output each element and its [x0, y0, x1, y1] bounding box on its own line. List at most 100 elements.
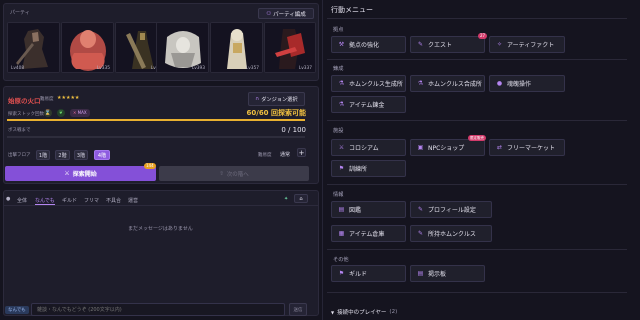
menu-item-label: アイテム倉庫: [349, 231, 385, 238]
menu-homunculus-create[interactable]: ⚗ ホムンクルス生成所: [331, 75, 406, 92]
portal-icon: ∩: [255, 96, 260, 102]
pen-icon: ✎: [417, 230, 424, 237]
difficulty-stars: ★★★★★: [57, 95, 80, 101]
menu-profile[interactable]: ✎ プロフィール設定: [410, 201, 492, 218]
party-member-1[interactable]: Lv408: [7, 22, 60, 73]
menu-item-storage[interactable]: ▦ アイテム倉庫: [331, 225, 406, 242]
dungeon-select-button[interactable]: ∩ ダンジョン選択: [248, 92, 305, 106]
floor-button-1[interactable]: 1階: [36, 150, 50, 160]
menu-soul-operation[interactable]: ● 魂魄操作: [489, 75, 565, 92]
limited-sale-badge: 限定販売: [468, 135, 486, 141]
menu-colosseum[interactable]: ⚔ コロシアム: [331, 139, 406, 156]
difficulty-label: 難易度: [40, 97, 54, 102]
chat-tab-flea[interactable]: フリマ: [84, 197, 99, 204]
flask-icon: ⚗: [338, 80, 345, 87]
party-edit-button[interactable]: ⚇ パーティ編成: [258, 8, 314, 19]
party-member-4[interactable]: Lv393: [156, 22, 209, 73]
stock-count: 60/60: [246, 109, 269, 117]
menu-item-label: 魂魄操作: [507, 81, 532, 88]
floor-button-4[interactable]: 4階: [94, 150, 110, 160]
section-title-info: 情報: [333, 192, 344, 198]
start-explore-button[interactable]: ⚔ 探索開始: [5, 166, 156, 181]
boss-value: 0 / 100: [281, 126, 306, 134]
party-title: パーティ: [10, 10, 30, 16]
chat-tab-bug[interactable]: 不具合: [106, 197, 121, 204]
stock-progress-fill: [7, 119, 305, 121]
menu-title-divider: [327, 18, 627, 19]
online-players-toggle[interactable]: ▼ 接続中のプレイヤー (2): [331, 308, 397, 316]
section-title-alchemy: 錬成: [333, 66, 344, 72]
column-divider: [322, 0, 323, 320]
chat-channel-tag[interactable]: なんでも: [5, 306, 29, 314]
menu-bulletin-board[interactable]: ▤ 掲示板: [410, 265, 485, 282]
menu-item-alchemy[interactable]: ⚗ アイテム錬金: [331, 96, 406, 113]
section-divider: [327, 249, 627, 250]
chat-tab-guild[interactable]: ギルド: [62, 197, 77, 204]
dungeon-name: 始原の火口: [8, 97, 41, 105]
next-floor-button[interactable]: ⇧ 次の階へ: [159, 166, 309, 181]
section-title-facility: 施設: [333, 128, 344, 134]
difficulty-mode-value[interactable]: 通常: [280, 151, 290, 158]
stock-note: 回探索可能: [271, 109, 306, 117]
alchemy-icon: ⚗: [338, 101, 345, 108]
menu-item-label: ホムンクルス合成所: [428, 81, 482, 88]
artifact-icon: ✧: [496, 41, 503, 48]
section-divider: [327, 184, 627, 185]
party-member-6[interactable]: Lv337: [264, 22, 316, 73]
menu-item-label: 所持ホムンクルス: [428, 231, 476, 238]
menu-item-label: アーティファクト: [507, 42, 555, 49]
floor-button-3[interactable]: 3階: [74, 150, 88, 160]
menu-encyclopedia[interactable]: ▤ 図鑑: [331, 201, 406, 218]
chat-panel: [3, 190, 319, 316]
chat-tab-anything[interactable]: なんでも: [35, 197, 55, 205]
chat-divider: [4, 205, 318, 206]
chat-send-button[interactable]: 送信: [289, 303, 307, 316]
menu-item-label: ホムンクルス生成所: [349, 81, 403, 88]
chat-settings-button[interactable]: ⌂: [294, 194, 308, 203]
menu-title: 行動メニュー: [331, 6, 373, 14]
menu-item-label: NPCショップ: [428, 145, 465, 152]
guild-icon: ⚑: [338, 270, 345, 277]
chevron-down-icon: ▼: [331, 309, 335, 315]
member-level: Lv408: [11, 66, 25, 71]
menu-training[interactable]: ⚑ 訓練所: [331, 160, 406, 177]
quest-count-badge: 27: [478, 33, 488, 39]
menu-npc-shop[interactable]: ▣ NPCショップ: [410, 139, 485, 156]
section-title-other: その他: [333, 257, 349, 263]
menu-quest[interactable]: ✎ クエスト: [410, 36, 485, 53]
party-member-5[interactable]: Lv357: [210, 22, 263, 73]
chat-add-icon[interactable]: ✦: [284, 196, 288, 202]
menu-homunculus-fuse[interactable]: ⚗ ホムンクルス合成所: [410, 75, 485, 92]
menu-free-market[interactable]: ⇄ フリーマーケット: [489, 139, 565, 156]
party-edit-label: パーティ編成: [273, 11, 306, 18]
users-icon: ⚇: [266, 10, 272, 17]
chat-tab-all[interactable]: 全体: [17, 197, 27, 204]
floor-button-2[interactable]: 2階: [55, 150, 70, 160]
chat-bubble-icon: ●: [6, 196, 11, 202]
boss-label: ボス戦まで: [8, 128, 31, 133]
max-tag: ✕ MAX: [70, 109, 90, 117]
section-divider: [327, 59, 627, 60]
menu-base-upgrade[interactable]: ⚒ 拠点の強化: [331, 36, 406, 53]
leaf-icon: ❦: [57, 109, 65, 117]
start-badge: 144: [144, 163, 156, 169]
chat-empty-message: まだメッセージはありません: [128, 226, 193, 232]
difficulty-plus-button[interactable]: +: [297, 148, 306, 157]
next-floor-label: 次の階へ: [226, 171, 249, 178]
training-icon: ⚑: [338, 165, 345, 172]
pen-icon: ✎: [417, 206, 424, 213]
chat-input[interactable]: [31, 303, 285, 316]
menu-item-label: コロシアム: [349, 145, 379, 152]
online-players-count: (2): [389, 309, 398, 315]
chat-tab-admin[interactable]: 運営: [128, 197, 138, 204]
menu-item-label: アイテム錬金: [349, 102, 385, 109]
menu-item-label: フリーマーケット: [507, 145, 556, 152]
menu-item-label: 訓練所: [349, 166, 368, 173]
menu-owned-homunculus[interactable]: ✎ 所持ホムンクルス: [410, 225, 492, 242]
menu-artifact[interactable]: ✧ アーティファクト: [489, 36, 565, 53]
stock-value: 60/60 回探索可能: [247, 108, 306, 118]
box-icon: ▦: [338, 230, 345, 237]
party-member-2[interactable]: Lv335: [61, 22, 114, 73]
book-icon: ▤: [338, 206, 345, 213]
menu-guild[interactable]: ⚑ ギルド: [331, 265, 406, 282]
